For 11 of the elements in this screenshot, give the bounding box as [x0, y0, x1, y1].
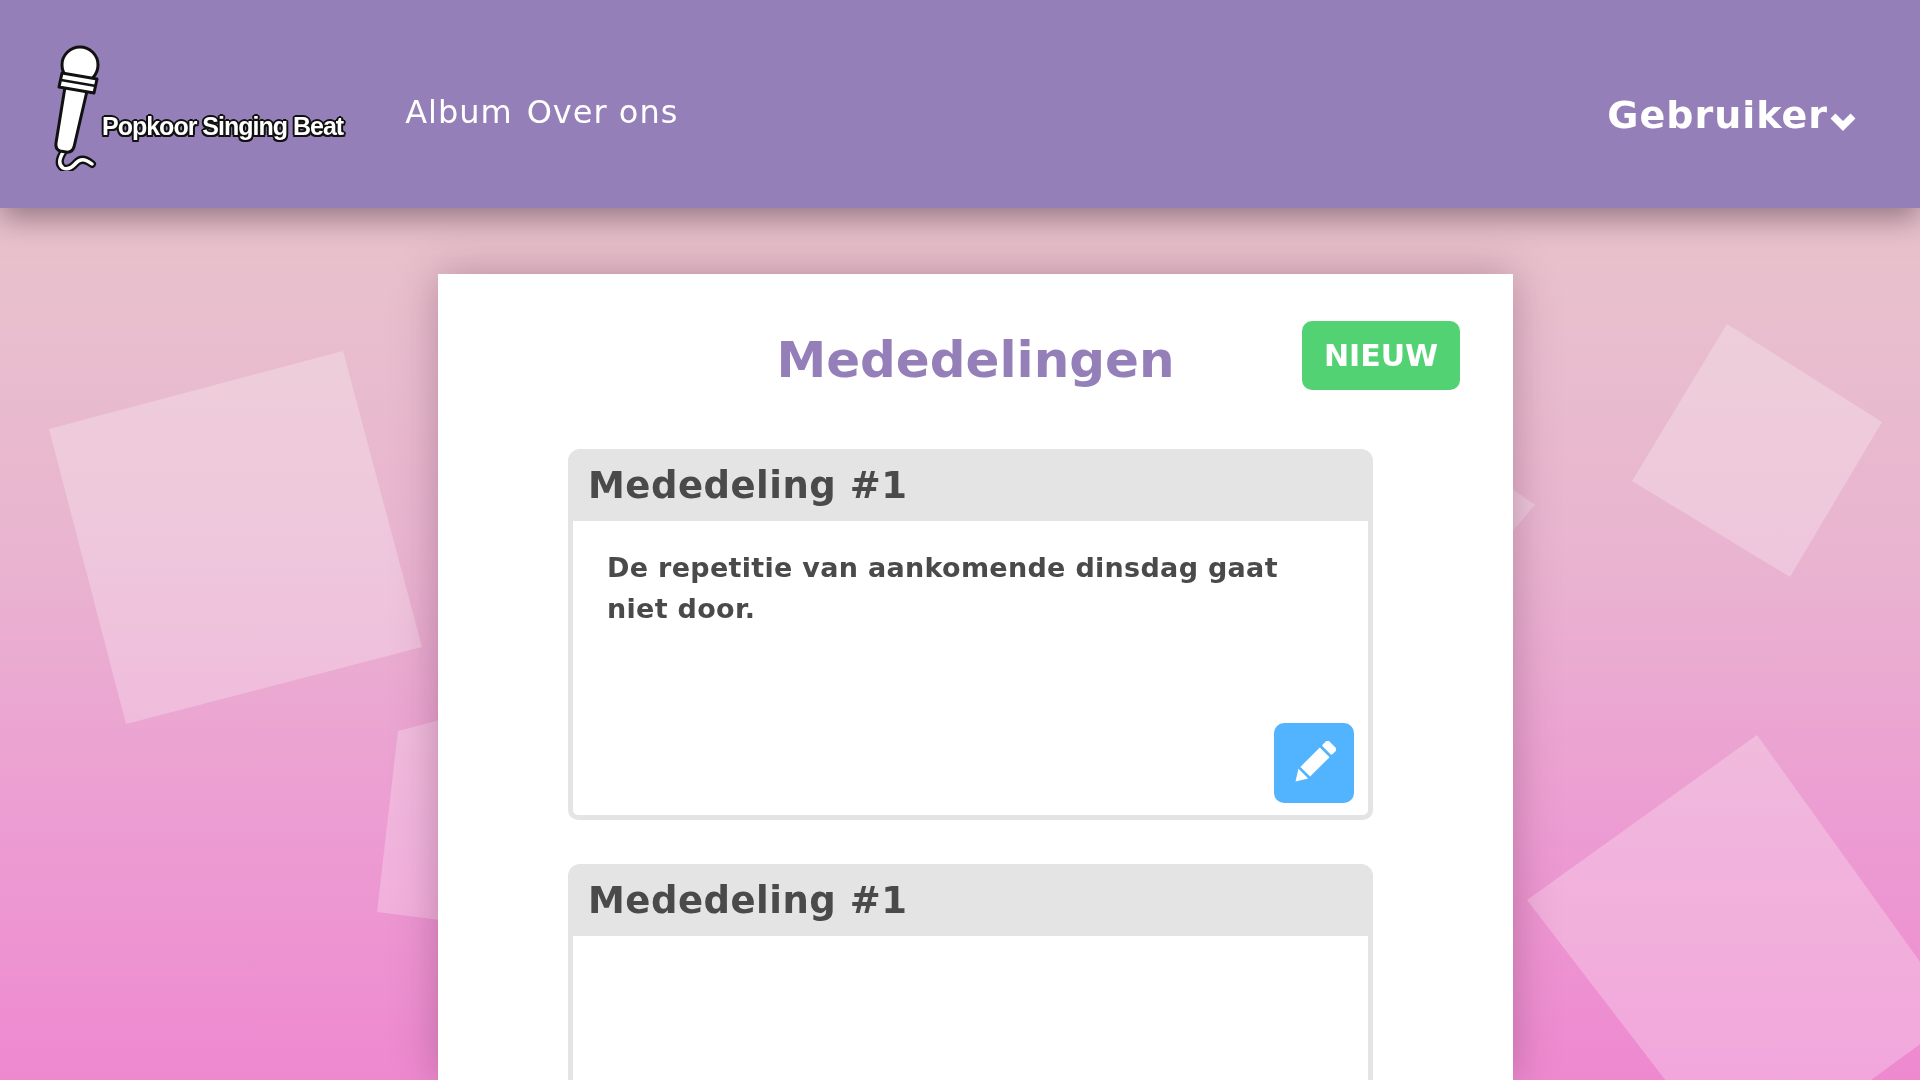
announcement-title: Mededeling #1 — [588, 463, 908, 507]
page-title: Mededelingen — [776, 329, 1175, 389]
new-button[interactable]: NIEUW — [1302, 321, 1460, 390]
nav-link[interactable]: Over ons — [526, 93, 679, 131]
user-menu[interactable]: Gebruiker — [1607, 93, 1856, 137]
chevron-down-icon — [1830, 112, 1856, 132]
announcement-title: Mededeling #1 — [588, 878, 908, 922]
logo-text[interactable]: Popkoor Singing Beat — [102, 112, 344, 141]
nav-link[interactable]: Album — [405, 93, 513, 131]
announcement-text: De repetitie van aankomende dinsdag gaat niet door. — [607, 551, 1279, 626]
edit-button[interactable] — [1274, 723, 1354, 803]
